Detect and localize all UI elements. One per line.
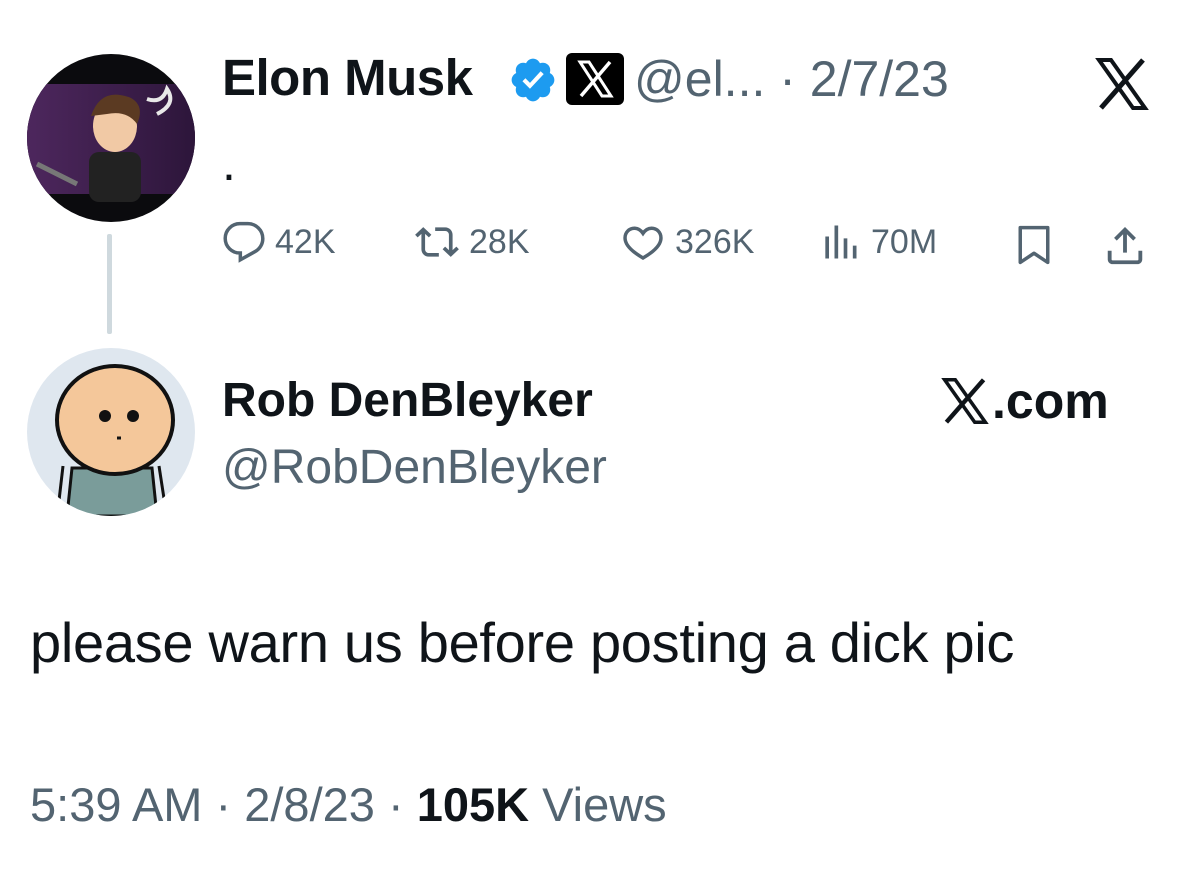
reply-meta: 5:39 AM · 2/8/23 · 105K Views bbox=[30, 777, 667, 832]
reply-views-label: Views bbox=[542, 778, 667, 831]
reply-author-name[interactable]: Rob DenBleyker bbox=[222, 373, 593, 428]
like-icon bbox=[623, 226, 663, 260]
thread-connector-line bbox=[107, 234, 112, 334]
reply-action[interactable]: 42K bbox=[222, 220, 336, 264]
meta-separator: · bbox=[215, 778, 245, 831]
source-label: .com bbox=[940, 372, 1109, 430]
like-count: 326K bbox=[675, 222, 755, 261]
x-logo-icon bbox=[1095, 58, 1149, 110]
retweet-icon bbox=[415, 227, 459, 257]
reply-time[interactable]: 5:39 AM bbox=[30, 778, 202, 831]
reply-date[interactable]: 2/8/23 bbox=[244, 778, 375, 831]
source-text: .com bbox=[992, 373, 1109, 429]
x-logo-icon bbox=[941, 378, 989, 424]
reply-count: 42K bbox=[275, 222, 336, 261]
rob-avatar-illustration bbox=[55, 364, 175, 516]
retweet-count: 28K bbox=[469, 222, 530, 261]
meta-separator: · bbox=[387, 778, 417, 831]
reply-icon bbox=[223, 221, 265, 263]
views-action[interactable]: 70M bbox=[818, 220, 937, 264]
parent-tweet-text: . bbox=[222, 135, 236, 191]
reply-handle[interactable]: @RobDenBleyker bbox=[222, 440, 607, 495]
share-icon[interactable] bbox=[1102, 222, 1148, 268]
elon-avatar[interactable] bbox=[27, 54, 195, 222]
views-count: 70M bbox=[871, 222, 938, 261]
retweet-action[interactable]: 28K bbox=[414, 220, 530, 264]
parent-author-name[interactable]: Elon Musk bbox=[222, 48, 473, 107]
x-affiliate-badge-icon bbox=[566, 53, 624, 105]
parent-handle-date[interactable]: @el... · 2/7/23 bbox=[634, 50, 949, 108]
elon-avatar-illustration bbox=[27, 84, 195, 202]
bookmark-icon[interactable] bbox=[1012, 223, 1056, 267]
like-action[interactable]: 326K bbox=[620, 220, 754, 264]
rob-avatar[interactable] bbox=[27, 348, 195, 516]
reply-views-count: 105K bbox=[416, 778, 530, 831]
verified-badge-icon bbox=[511, 58, 555, 102]
reply-text: please warn us before posting a dick pic bbox=[30, 611, 1015, 674]
views-icon bbox=[825, 225, 857, 259]
